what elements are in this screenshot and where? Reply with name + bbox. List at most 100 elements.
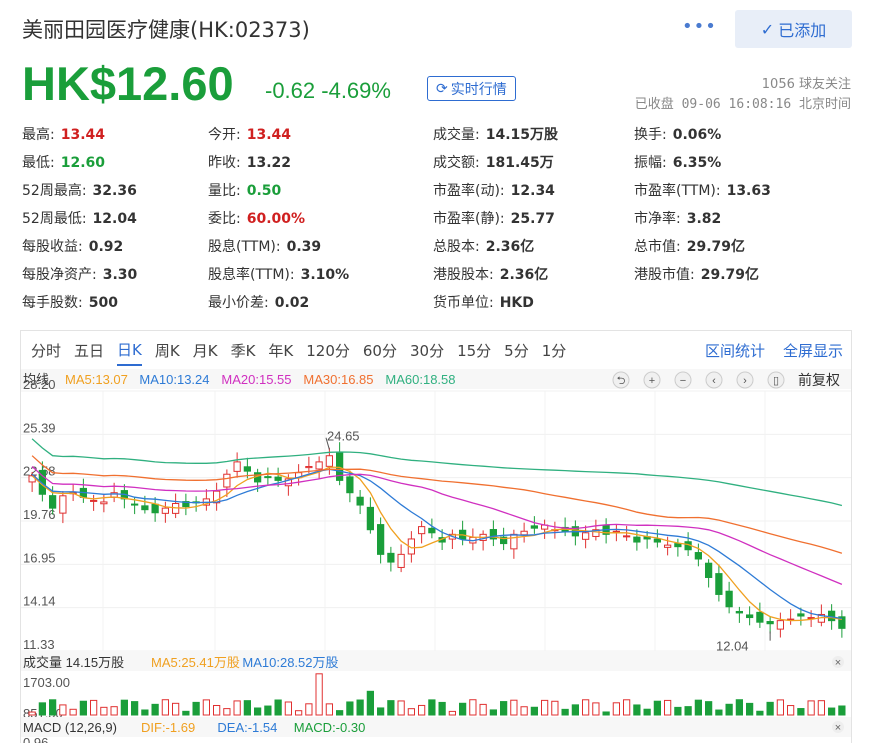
quote-col3-row-1: 成交额: 181.45万: [433, 152, 554, 172]
volume-bar: [469, 699, 477, 716]
tab-5[interactable]: 季K: [231, 336, 256, 365]
tab-1[interactable]: 五日: [74, 336, 104, 365]
macd-item: DIF:-1.69: [141, 720, 195, 735]
quote-value: 500: [88, 295, 118, 311]
tab-6[interactable]: 年K: [268, 336, 293, 365]
range-stats-button[interactable]: 区间统计: [705, 340, 765, 361]
tab-8[interactable]: 60分: [363, 336, 397, 365]
candle-body: [223, 473, 231, 488]
candle-body: [151, 503, 159, 514]
quote-col2-row-2: 量比: 0.50: [208, 180, 281, 200]
candle-body: [715, 573, 723, 595]
tab-11[interactable]: 5分: [504, 336, 529, 365]
volume-bar: [776, 699, 784, 716]
volume-bar: [756, 710, 764, 716]
quote-value: 0.06%: [672, 127, 722, 143]
volume-bar: [705, 701, 713, 716]
tab-9[interactable]: 30分: [410, 336, 444, 365]
candle-body: [766, 621, 774, 625]
candle-body: [233, 461, 241, 472]
candle-body: [377, 524, 385, 555]
tab-10[interactable]: 15分: [457, 336, 491, 365]
volume-bar: [643, 708, 651, 716]
quote-value: 2.36亿: [499, 267, 549, 283]
quote-label: 股息率(TTM):: [208, 267, 295, 283]
tab-12[interactable]: 1分: [542, 336, 567, 365]
volume-bar: [571, 704, 579, 716]
tab-0[interactable]: 分时: [31, 336, 61, 365]
volume-bar: [838, 705, 846, 716]
quote-value: 0.92: [88, 239, 124, 255]
volume-bar: [561, 708, 569, 716]
kline-chart[interactable]: 均线 MA5:13.07 MA10:13.24 MA20:15.55 MA30:16.8…: [21, 369, 851, 743]
quote-value: 2.36亿: [485, 239, 535, 255]
candle-body: [674, 543, 682, 548]
quote-value: 13.44: [246, 127, 292, 143]
quote-value: 14.15万股: [485, 127, 559, 143]
candle-body: [387, 552, 395, 563]
volume-bar: [828, 707, 836, 716]
tab-2[interactable]: 日K: [117, 335, 142, 366]
quote-col1-row-1: 最低: 12.60: [22, 152, 105, 172]
volume-legend-bar: [21, 651, 851, 671]
quote-value: 0.39: [286, 239, 322, 255]
candle-body: [428, 527, 436, 534]
quote-label: 量比:: [208, 183, 241, 199]
more-icon[interactable]: •••: [682, 16, 717, 37]
volume-bar: [377, 707, 385, 716]
y-tick-label: 19.76: [23, 507, 56, 522]
quote-label: 52周最高:: [22, 183, 87, 199]
quote-col3-row-3: 市盈率(静): 25.77: [433, 208, 555, 228]
candle-body: [274, 476, 282, 481]
candle-body: [797, 613, 805, 617]
quote-value: 13.22: [246, 155, 292, 171]
candle-body: [705, 562, 713, 578]
quote-value: 12.60: [60, 155, 106, 171]
candle-body: [346, 476, 354, 494]
volume-bar: [110, 706, 118, 716]
quote-col1-row-3: 52周最低: 12.04: [22, 208, 137, 228]
candle-body: [366, 506, 374, 531]
quote-value: 32.36: [92, 183, 137, 199]
volume-bar: [243, 700, 251, 716]
tab-4[interactable]: 月K: [193, 336, 218, 365]
quote-col1-row-0: 最高: 13.44: [22, 124, 105, 144]
volume-bar: [520, 706, 528, 716]
candle-body: [828, 610, 836, 622]
candle-body: [356, 496, 364, 506]
volume-bar: [551, 700, 559, 716]
quote-col4-row-4: 总市值: 29.79亿: [634, 236, 745, 256]
quote-value: 13.63: [726, 183, 771, 199]
volume-bar: [49, 699, 57, 716]
volume-bar: [346, 701, 354, 716]
quote-col1-row-5: 每股净资产: 3.30: [22, 264, 137, 284]
quote-col4-row-1: 振幅: 6.35%: [634, 152, 721, 172]
fullscreen-button[interactable]: 全屏显示: [783, 340, 843, 361]
added-watchlist-button[interactable]: ✓ 已添加: [735, 10, 852, 48]
realtime-quote-button[interactable]: ⟳ 实时行情: [427, 76, 516, 101]
macd-y-tick: 0.96: [23, 735, 48, 743]
macd-item: MACD:-0.30: [294, 720, 366, 735]
quote-value: 13.44: [60, 127, 106, 143]
volume-bar: [38, 702, 46, 716]
candle-body: [100, 501, 108, 505]
candle-body: [131, 503, 139, 506]
volume-bar: [448, 710, 456, 716]
tab-7[interactable]: 120分: [306, 336, 350, 365]
volume-bar: [787, 705, 795, 716]
ma-legend-item: MA20:15.55: [221, 372, 291, 387]
volume-bar: [59, 704, 67, 716]
quote-label: 股息(TTM):: [208, 239, 281, 255]
volume-bar: [418, 704, 426, 716]
volume-bar: [151, 703, 159, 716]
tab-3[interactable]: 周K: [155, 336, 180, 365]
volume-bar: [69, 708, 77, 716]
volume-bar: [592, 702, 600, 716]
candle-body: [49, 495, 57, 509]
quote-label: 市盈率(TTM):: [634, 183, 721, 199]
macd-close-glyph: ×: [835, 722, 841, 734]
volume-bar: [90, 699, 98, 716]
quote-col2-row-1: 昨收: 13.22: [208, 152, 291, 172]
candle-body: [418, 526, 426, 535]
quote-col3-row-4: 总股本: 2.36亿: [433, 236, 534, 256]
